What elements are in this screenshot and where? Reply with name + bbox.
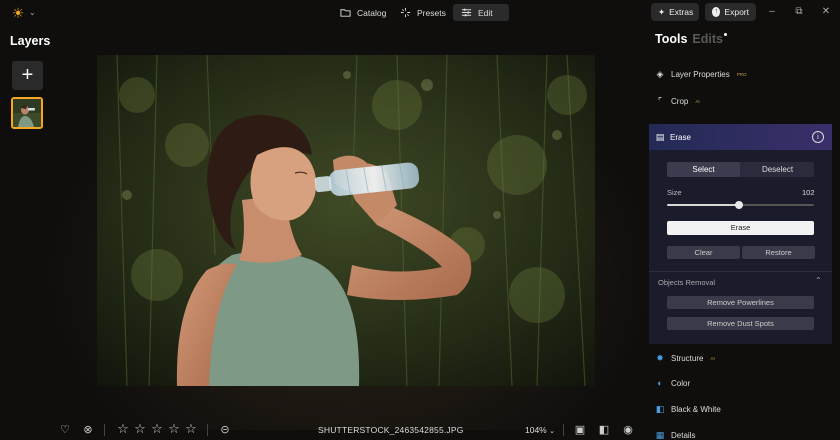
- tab-edit-label: Edit: [478, 7, 493, 18]
- tool-black-white[interactable]: ◧ Black & White: [655, 402, 721, 416]
- size-value[interactable]: 102: [802, 188, 815, 197]
- star-icon[interactable]: ☆: [167, 422, 181, 436]
- structure-icon: ✸: [656, 353, 664, 363]
- sparkle-icon: [400, 7, 411, 18]
- file-name: SHUTTERSTOCK_2463542855.JPG: [318, 425, 464, 435]
- app-menu-chevron-icon[interactable]: ⌄: [29, 5, 36, 21]
- sliders-icon: [461, 8, 472, 17]
- add-layer-button[interactable]: +: [12, 61, 43, 90]
- zoom-value: 104%: [525, 425, 547, 435]
- tool-label: Structure: [671, 353, 704, 363]
- crop-icon: ⌜: [657, 96, 663, 106]
- tool-color[interactable]: ◐ Color: [655, 376, 690, 390]
- remove-powerlines-button[interactable]: Remove Powerlines: [667, 296, 814, 309]
- layers-title: Layers: [10, 34, 51, 48]
- eye-icon[interactable]: ◉: [621, 423, 635, 437]
- remove-dust-spots-button[interactable]: Remove Dust Spots: [667, 317, 814, 330]
- layer-thumbnail-image: [13, 99, 41, 127]
- tool-label: Layer Properties: [671, 69, 730, 79]
- folder-icon: [340, 9, 351, 17]
- chevron-down-icon: ⌄: [549, 428, 555, 435]
- ai-badge: AI: [695, 98, 700, 104]
- tab-tools[interactable]: Tools: [655, 32, 687, 46]
- tool-label: Crop: [671, 96, 689, 106]
- photo-canvas[interactable]: [97, 55, 595, 386]
- separator: [104, 424, 105, 436]
- tool-details[interactable]: ▦ Details: [655, 428, 696, 440]
- separator: [563, 424, 564, 436]
- size-label: Size: [667, 188, 682, 197]
- tab-presets[interactable]: Presets: [392, 4, 454, 21]
- divider: [649, 271, 832, 272]
- tab-edits[interactable]: Edits: [692, 32, 723, 46]
- select-button[interactable]: Select: [667, 162, 740, 177]
- star-rating[interactable]: ☆ ☆ ☆ ☆ ☆: [116, 422, 198, 436]
- objects-removal-title[interactable]: Objects Removal: [658, 278, 715, 287]
- size-slider[interactable]: [667, 201, 814, 209]
- reject-icon[interactable]: ⊗: [81, 423, 95, 437]
- export-icon: ↑: [712, 7, 721, 17]
- extras-button[interactable]: ✦ Extras: [651, 3, 699, 21]
- tool-crop[interactable]: ⌜ Crop AI: [655, 94, 700, 108]
- layers-icon: ◈: [656, 69, 664, 79]
- tab-catalog-label: Catalog: [357, 7, 387, 18]
- top-bar: ☀ ⌄ Catalog Presets Edit ✦ Extras ↑ Expo…: [0, 0, 840, 26]
- restore-button[interactable]: Restore: [742, 246, 815, 259]
- tab-presets-label: Presets: [417, 7, 446, 18]
- tools-header: Tools Edits: [655, 32, 723, 46]
- select-mode-toggle: Select Deselect: [667, 162, 814, 177]
- chevron-up-icon[interactable]: ⌃: [815, 276, 822, 285]
- ai-badge: AI: [710, 355, 715, 361]
- color-icon: ◐: [657, 378, 663, 388]
- heart-icon[interactable]: ♡: [58, 423, 72, 437]
- close-icon[interactable]: ✕: [819, 5, 833, 19]
- tool-structure[interactable]: ✸ Structure AI: [655, 351, 715, 365]
- info-icon[interactable]: i: [812, 131, 824, 143]
- erase-title: Erase: [670, 133, 691, 142]
- tool-label: Details: [671, 430, 696, 440]
- color-label-icon[interactable]: ⊝: [218, 423, 232, 437]
- details-icon: ▦: [655, 430, 665, 440]
- tab-edit[interactable]: Edit: [453, 4, 509, 21]
- tool-label: Color: [671, 378, 691, 388]
- pro-badge: PRO: [736, 71, 747, 77]
- photo-image: [97, 55, 595, 386]
- star-icon[interactable]: ☆: [150, 422, 164, 436]
- star-icon[interactable]: ☆: [184, 422, 198, 436]
- eraser-icon: ▤: [655, 132, 665, 142]
- extras-label: Extras: [669, 7, 694, 17]
- split-view-icon[interactable]: ◧: [597, 423, 611, 437]
- restore-icon[interactable]: ⧉: [792, 5, 806, 19]
- star-icon[interactable]: ☆: [133, 422, 147, 436]
- tool-layer-properties[interactable]: ◈ Layer Properties PRO: [655, 67, 747, 81]
- tool-label: Black & White: [671, 404, 721, 414]
- deselect-button[interactable]: Deselect: [741, 162, 814, 177]
- sparkle-icon: ✦: [658, 6, 666, 17]
- star-icon[interactable]: ☆: [116, 422, 130, 436]
- export-button[interactable]: ↑ Export: [705, 3, 756, 21]
- edits-indicator-dot: [724, 33, 727, 36]
- minimize-icon[interactable]: –: [765, 5, 779, 19]
- bw-icon: ◧: [655, 404, 665, 414]
- compare-view-icon[interactable]: ▣: [573, 423, 587, 437]
- app-logo-icon[interactable]: ☀: [10, 5, 26, 21]
- zoom-level[interactable]: 104% ⌄: [525, 425, 555, 435]
- clear-button[interactable]: Clear: [667, 246, 740, 259]
- layer-thumbnail[interactable]: [11, 97, 43, 129]
- size-slider-handle[interactable]: [735, 201, 744, 209]
- bottom-bar: ♡ ⊗ ☆ ☆ ☆ ☆ ☆ ⊝ SHUTTERSTOCK_2463542855.…: [0, 420, 640, 440]
- size-slider-fill: [667, 204, 740, 206]
- tab-catalog[interactable]: Catalog: [332, 4, 394, 21]
- export-label: Export: [724, 7, 749, 17]
- erase-panel: ▤ Erase i Select Deselect Size 102 Erase…: [649, 124, 832, 344]
- erase-button[interactable]: Erase: [667, 221, 814, 235]
- erase-header[interactable]: ▤ Erase i: [649, 124, 832, 150]
- separator: [207, 424, 208, 436]
